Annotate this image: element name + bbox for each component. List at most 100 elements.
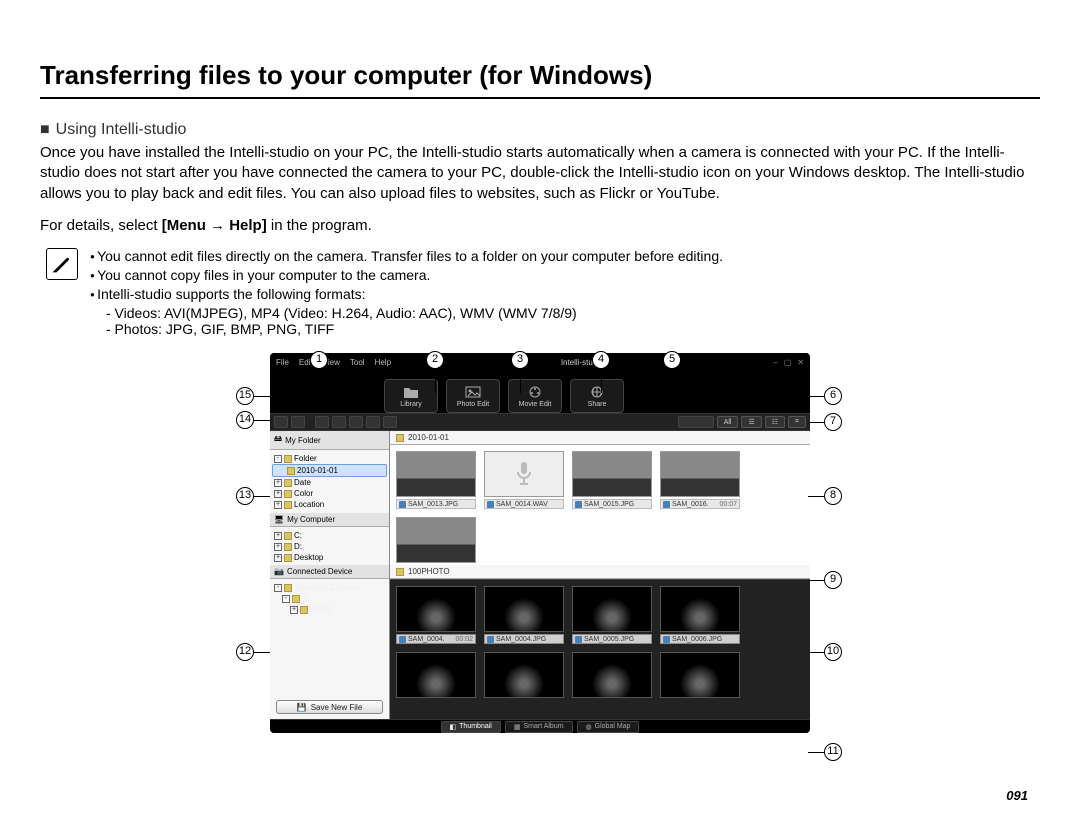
image-thumb: [572, 586, 652, 632]
footer-tabbar: ◧ Thumbnail ▦ Smart Album ◍ Global Map: [270, 719, 810, 733]
tool-button[interactable]: [315, 416, 329, 428]
thumbnail[interactable]: SAM_0005.JPG: [572, 586, 652, 644]
mycomputer-header: 🖥 My Computer: [270, 513, 389, 527]
thumb-label: SAM_0015.JPG: [572, 499, 652, 509]
filter-view[interactable]: ☷: [765, 416, 785, 428]
callout-2: 2: [426, 351, 444, 369]
mode-library[interactable]: Library: [384, 379, 438, 413]
callout-14: 14: [236, 411, 254, 429]
tree-label: Date: [294, 478, 311, 487]
folder-icon: [284, 554, 292, 562]
filter-view[interactable]: ☰: [741, 416, 761, 428]
tool-button[interactable]: [383, 416, 397, 428]
tree-node[interactable]: -J:: [272, 593, 387, 604]
tree-node[interactable]: +Desktop: [272, 552, 387, 563]
thumbnail-grid-bottom[interactable]: SAM_0004.00:02 SAM_0004.JPG SAM_0005.JPGSA…: [390, 579, 810, 719]
expand-icon[interactable]: -: [282, 595, 290, 603]
tree-node[interactable]: -Folder: [272, 453, 387, 464]
tree-node[interactable]: - Samsung Camera: [272, 582, 387, 593]
app-diagram: 1 2 3 4 5 6 7 8 9 10 11 15 14 13 12: [230, 353, 850, 733]
expand-icon[interactable]: +: [274, 490, 282, 498]
tree-node[interactable]: 2010-01-01: [272, 464, 387, 477]
expand-icon[interactable]: +: [274, 554, 282, 562]
tree-node[interactable]: + Date: [272, 477, 387, 488]
expand-icon[interactable]: +: [274, 543, 282, 551]
expand-icon[interactable]: +: [290, 606, 298, 614]
thumbnail[interactable]: SAM_0014.WAV: [484, 451, 564, 509]
filter-view[interactable]: ⌗: [788, 416, 806, 428]
callout-15: 15: [236, 387, 254, 405]
image-thumb: [396, 517, 476, 563]
tool-button[interactable]: [366, 416, 380, 428]
breadcrumb-top[interactable]: 2010-01-01: [390, 431, 810, 445]
device-tree[interactable]: -Samsung Camera-J:+DCIM: [270, 579, 389, 618]
minimize-icon[interactable]: –: [773, 358, 777, 367]
image-thumb: [660, 586, 740, 632]
tab-thumbnail[interactable]: ◧ Thumbnail: [441, 721, 501, 733]
note-item: You cannot copy files in your computer t…: [90, 267, 723, 283]
folder-icon: [287, 467, 295, 475]
tool-button[interactable]: [332, 416, 346, 428]
thumbnail[interactable]: SAM_0013.JPG: [396, 451, 476, 509]
tab-smart-album[interactable]: ▦ Smart Album: [505, 721, 573, 733]
filter-all[interactable]: All: [717, 416, 739, 428]
folder-icon: [284, 490, 292, 498]
zoom-slider[interactable]: [678, 416, 714, 428]
maximize-icon[interactable]: ▢: [784, 358, 792, 367]
thumbnail[interactable]: [484, 652, 564, 698]
nav-back-button[interactable]: [274, 416, 288, 428]
nav-forward-button[interactable]: [291, 416, 305, 428]
save-new-file-button[interactable]: 💾 Save New File: [276, 700, 383, 714]
mode-photo-edit[interactable]: Photo Edit: [446, 379, 500, 413]
menu-help[interactable]: Help: [375, 358, 391, 367]
menu-file[interactable]: File: [276, 358, 289, 367]
thumbnail[interactable]: SAM_0016.00:07: [660, 451, 740, 509]
expand-icon[interactable]: +: [274, 501, 282, 509]
thumb-label: SAM_0004.00:02: [396, 634, 476, 644]
folder-icon: [284, 543, 292, 551]
thumbnail[interactable]: [572, 652, 652, 698]
expand-icon[interactable]: +: [274, 479, 282, 487]
thumbnail[interactable]: SAM_0015.JPG: [572, 451, 652, 509]
folder-icon: [284, 455, 292, 463]
folder-icon: [403, 385, 419, 399]
tree-node[interactable]: +D:: [272, 541, 387, 552]
mode-share[interactable]: Share: [570, 379, 624, 413]
thumb-label: SAM_0004.JPG: [484, 634, 564, 644]
thumbnail[interactable]: SAM_0004.JPG: [484, 586, 564, 644]
thumb-label: SAM_0013.JPG: [396, 499, 476, 509]
callout-6: 6: [824, 387, 842, 405]
close-icon[interactable]: ✕: [797, 358, 804, 367]
tree-node[interactable]: +DCIM: [272, 604, 387, 615]
expand-icon[interactable]: -: [274, 584, 282, 592]
expand-icon[interactable]: +: [274, 532, 282, 540]
thumbnail[interactable]: SAM_0004.00:02: [396, 586, 476, 644]
tab-global-map[interactable]: ◍ Global Map: [577, 721, 640, 733]
thumbnail[interactable]: [396, 517, 476, 563]
tree-node[interactable]: +C:: [272, 530, 387, 541]
tree-node[interactable]: + Location: [272, 499, 387, 510]
tree-node[interactable]: +Color: [272, 488, 387, 499]
tree-label: Samsung Camera: [294, 583, 358, 592]
callout-12: 12: [236, 643, 254, 661]
folder-icon: [284, 479, 292, 487]
thumbnail[interactable]: [396, 652, 476, 698]
tool-button[interactable]: [349, 416, 363, 428]
tree-label: Location: [294, 500, 324, 509]
folder-icon: [396, 434, 404, 442]
note-subitem: - Videos: AVI(MJPEG), MP4 (Video: H.264,…: [90, 305, 723, 321]
mode-movie-edit[interactable]: Movie Edit: [508, 379, 562, 413]
breadcrumb-bottom[interactable]: 100PHOTO: [390, 565, 810, 579]
square-icon: ■: [40, 121, 50, 138]
folder-tree[interactable]: -Folder2010-01-01+Date+Color+Location: [270, 450, 389, 513]
callout-10: 10: [824, 643, 842, 661]
film-icon: [527, 385, 543, 399]
globe-icon: [589, 385, 605, 399]
image-file-icon: [575, 636, 582, 643]
video-file-icon: [663, 501, 670, 508]
thumbnail[interactable]: [660, 652, 740, 698]
expand-icon[interactable]: -: [274, 455, 282, 463]
thumbnail[interactable]: SAM_0006.JPG: [660, 586, 740, 644]
folder-icon: [396, 568, 404, 576]
menu-tool[interactable]: Tool: [350, 358, 365, 367]
